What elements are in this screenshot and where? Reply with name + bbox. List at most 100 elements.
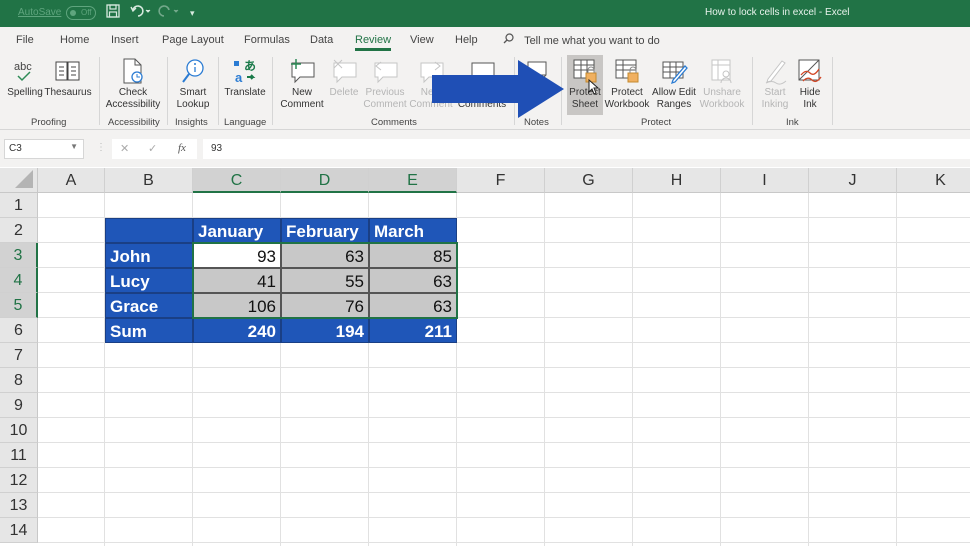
row-header-10[interactable]: 10 xyxy=(0,418,38,443)
gridline xyxy=(38,492,970,493)
group-language: Language xyxy=(224,117,267,128)
tab-page-layout[interactable]: Page Layout xyxy=(162,34,224,46)
start-inking-button[interactable]: Start Inking xyxy=(758,55,792,111)
data-cell[interactable]: 85 xyxy=(369,243,457,268)
protect-workbook-button[interactable]: Protect Workbook xyxy=(604,55,650,111)
data-cell[interactable]: 63 xyxy=(281,243,369,268)
tab-help[interactable]: Help xyxy=(455,34,478,46)
unshare-workbook-button[interactable]: Unshare Workbook xyxy=(698,55,746,111)
row-header-3[interactable]: 3 xyxy=(0,243,38,268)
sum-cell[interactable]: 194 xyxy=(281,318,369,343)
insert-function-icon[interactable]: fx xyxy=(178,142,186,154)
data-cell[interactable]: 63 xyxy=(369,268,457,293)
translate-icon: あa xyxy=(222,55,268,87)
column-header-c[interactable]: C xyxy=(193,168,281,193)
column-header-b[interactable]: B xyxy=(105,168,193,193)
row-header-1[interactable]: 1 xyxy=(0,193,38,218)
protect-workbook-icon xyxy=(604,55,650,87)
previous-comment-button[interactable]: Previous Comment xyxy=(362,55,408,111)
row-label-cell[interactable]: John xyxy=(105,243,193,268)
row-header-11[interactable]: 11 xyxy=(0,443,38,468)
tab-data[interactable]: Data xyxy=(310,34,333,46)
undo-icon[interactable] xyxy=(130,4,152,21)
tab-review[interactable]: Review xyxy=(355,34,392,51)
row-header-13[interactable]: 13 xyxy=(0,493,38,518)
tab-formulas[interactable]: Formulas xyxy=(244,34,290,46)
save-icon[interactable] xyxy=(106,4,120,21)
formula-input[interactable]: 93 xyxy=(203,139,970,159)
smart-lookup-button[interactable]: Smart Lookup xyxy=(172,55,214,111)
sum-label-cell[interactable]: Sum xyxy=(105,318,193,343)
name-box-dropdown-icon[interactable]: ▼ xyxy=(70,142,78,151)
column-header-e[interactable]: E xyxy=(369,168,457,193)
allow-edit-ranges-button[interactable]: Allow Edit Ranges xyxy=(650,55,698,111)
tab-view[interactable]: View xyxy=(410,34,434,46)
hide-ink-button[interactable]: Hide Ink xyxy=(794,55,826,111)
tab-insert[interactable]: Insert xyxy=(111,34,139,46)
column-header-i[interactable]: I xyxy=(721,168,809,193)
column-header-a[interactable]: A xyxy=(38,168,105,193)
tab-file[interactable]: File xyxy=(16,34,34,46)
column-header-j[interactable]: J xyxy=(809,168,897,193)
tab-home[interactable]: Home xyxy=(60,34,89,46)
row-header-2[interactable]: 2 xyxy=(0,218,38,243)
delete-comment-button[interactable]: Delete xyxy=(326,55,362,99)
data-cell[interactable]: 41 xyxy=(193,268,281,293)
row-header-6[interactable]: 6 xyxy=(0,318,38,343)
row-header-5[interactable]: 5 xyxy=(0,293,38,318)
spelling-button[interactable]: abc Spelling xyxy=(6,55,44,99)
row-label-cell[interactable]: Lucy xyxy=(105,268,193,293)
table-header-cell[interactable]: March xyxy=(369,218,457,243)
previous-comment-icon xyxy=(362,55,408,87)
row-header-8[interactable]: 8 xyxy=(0,368,38,393)
group-proofing: Proofing xyxy=(31,117,67,128)
data-cell[interactable]: 63 xyxy=(369,293,457,318)
row-header-7[interactable]: 7 xyxy=(0,343,38,368)
table-header-cell[interactable] xyxy=(105,218,193,243)
autosave-label: AutoSave xyxy=(18,7,62,18)
data-cell[interactable]: 76 xyxy=(281,293,369,318)
cancel-icon[interactable]: ✕ xyxy=(120,142,129,155)
row-header-9[interactable]: 9 xyxy=(0,393,38,418)
column-header-f[interactable]: F xyxy=(457,168,545,193)
table-header-cell[interactable]: January xyxy=(193,218,281,243)
gridline xyxy=(38,542,970,543)
column-header-h[interactable]: H xyxy=(633,168,721,193)
row-header-14[interactable]: 14 xyxy=(0,518,38,543)
search-icon xyxy=(503,33,515,47)
enter-icon[interactable]: ✓ xyxy=(148,142,157,155)
new-comment-icon xyxy=(278,55,326,87)
sum-cell[interactable]: 240 xyxy=(193,318,281,343)
separator xyxy=(272,57,273,125)
thesaurus-button[interactable]: Thesaurus xyxy=(44,55,92,99)
data-cell[interactable]: 106 xyxy=(193,293,281,318)
gridline xyxy=(38,517,970,518)
gridline xyxy=(38,467,970,468)
svg-text:あ: あ xyxy=(244,59,256,73)
select-all-button[interactable] xyxy=(0,168,38,193)
check-accessibility-button[interactable]: Check Accessibility xyxy=(104,55,162,111)
row-header-12[interactable]: 12 xyxy=(0,468,38,493)
hide-ink-icon xyxy=(794,55,826,87)
tell-me-search[interactable]: Tell me what you want to do xyxy=(503,33,660,47)
sum-cell[interactable]: 211 xyxy=(369,318,457,343)
new-comment-button[interactable]: New Comment xyxy=(278,55,326,111)
row-header-4[interactable]: 4 xyxy=(0,268,38,293)
gridline xyxy=(720,193,721,546)
data-cell[interactable]: 55 xyxy=(281,268,369,293)
formula-bar-resize-handle[interactable]: ⋮ xyxy=(96,142,106,153)
column-header-g[interactable]: G xyxy=(545,168,633,193)
redo-icon[interactable] xyxy=(158,4,180,21)
translate-button[interactable]: あa Translate xyxy=(222,55,268,99)
name-box[interactable]: C3 ▼ xyxy=(4,139,84,159)
table-header-cell[interactable]: February xyxy=(281,218,369,243)
active-cell[interactable]: 93 xyxy=(193,243,281,268)
column-header-k[interactable]: K xyxy=(897,168,970,193)
column-header-d[interactable]: D xyxy=(281,168,369,193)
gridline xyxy=(38,392,970,393)
gridline xyxy=(632,193,633,546)
autosave-toggle[interactable]: Off xyxy=(66,6,96,20)
customize-quick-access-icon[interactable]: ▾ xyxy=(190,8,195,19)
formula-bar: C3 ▼ ⋮ ✕ ✓ fx 93 xyxy=(0,130,970,167)
row-label-cell[interactable]: Grace xyxy=(105,293,193,318)
